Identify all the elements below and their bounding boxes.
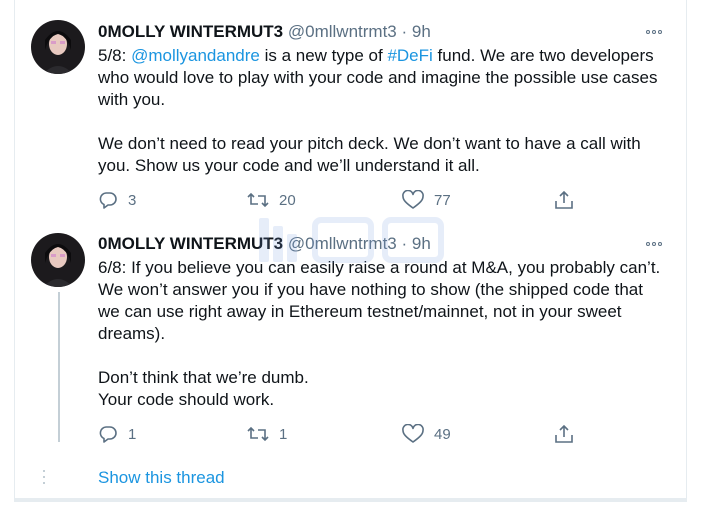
avatar[interactable] <box>31 20 85 74</box>
avatar[interactable] <box>31 233 85 287</box>
share-button[interactable] <box>554 189 584 211</box>
thread-connector <box>58 292 60 442</box>
tweet-text-paragraph: We don’t need to read your pitch deck. W… <box>98 134 641 175</box>
timeline-bottom-border <box>14 498 687 502</box>
retweet-icon <box>247 192 269 208</box>
like-button[interactable]: 49 <box>402 423 451 445</box>
display-name[interactable]: 0MOLLY WINTERMUT3 <box>98 22 283 41</box>
column-border-right <box>686 0 687 500</box>
reply-count: 3 <box>128 191 137 209</box>
thread-dot <box>43 482 45 484</box>
show-thread-link[interactable]: Show this thread <box>98 467 225 489</box>
timeline-page: 0MOLLY WINTERMUT3 @0mllwntrmt3 · 9h 5/8:… <box>0 0 715 505</box>
retweet-button[interactable]: 1 <box>247 423 287 445</box>
retweet-count: 20 <box>279 191 296 209</box>
share-icon <box>555 424 573 443</box>
heart-icon <box>402 190 424 209</box>
timestamp[interactable]: 9h <box>412 22 431 41</box>
heart-icon <box>402 424 424 443</box>
hashtag-link[interactable]: #DeFi <box>387 46 432 65</box>
separator-dot: · <box>401 22 408 41</box>
tweet[interactable]: 0MOLLY WINTERMUT3 @0mllwntrmt3 · 9h 5/8:… <box>15 0 686 224</box>
tweet-header: 0MOLLY WINTERMUT3 @0mllwntrmt3 · 9h <box>98 21 431 43</box>
retweet-button[interactable]: 20 <box>247 189 296 211</box>
like-count: 77 <box>434 191 451 209</box>
tweet-text-prefix: 5/8: <box>98 46 132 65</box>
tweet-text-paragraph: 6/8: If you believe you can easily raise… <box>98 258 661 343</box>
mention-link[interactable]: @mollyandandre <box>131 46 260 65</box>
like-count: 49 <box>434 425 451 443</box>
user-handle[interactable]: @0mllwntrmt3 <box>288 22 397 41</box>
tweet-actions: 3 20 77 <box>98 189 598 211</box>
tweet-text: 6/8: If you believe you can easily raise… <box>98 257 668 411</box>
thread-dot <box>43 476 45 478</box>
like-button[interactable]: 77 <box>402 189 451 211</box>
retweet-icon <box>247 426 269 442</box>
reply-icon <box>99 426 117 443</box>
tweet-text-line: Don’t think that we’re dumb. <box>98 368 309 387</box>
reply-button[interactable]: 1 <box>98 423 136 445</box>
share-button[interactable] <box>554 423 584 445</box>
tweet-actions: 1 1 49 <box>98 423 598 445</box>
retweet-count: 1 <box>279 425 288 443</box>
reply-button[interactable]: 3 <box>98 189 136 211</box>
thread-dot <box>43 470 45 472</box>
more-icon[interactable] <box>646 25 668 39</box>
tweet-text-middle: is a new type of <box>259 46 388 65</box>
watermark-logo <box>259 217 444 263</box>
tweet-text-line: Your code should work. <box>98 390 275 409</box>
reply-icon <box>99 192 117 209</box>
reply-count: 1 <box>128 425 137 443</box>
more-icon[interactable] <box>646 237 668 251</box>
share-icon <box>555 190 573 209</box>
tweet-text: 5/8: @mollyandandre is a new type of #De… <box>98 45 668 177</box>
